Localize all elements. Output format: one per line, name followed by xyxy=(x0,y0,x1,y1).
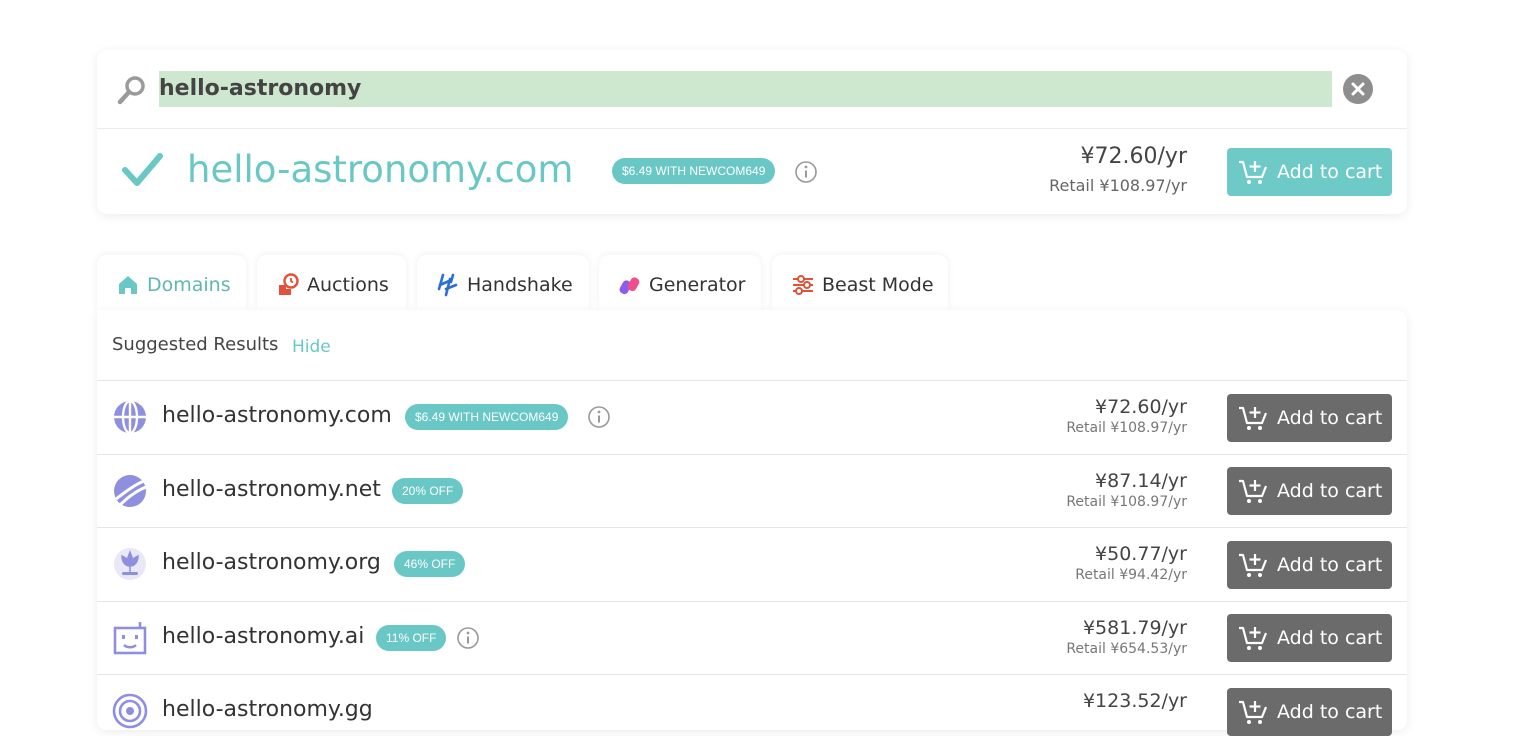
discount-badge: 20% OFF xyxy=(392,478,464,504)
search-icon xyxy=(117,76,145,105)
result-domain[interactable]: hello-astronomy.com xyxy=(162,403,392,428)
result-retail-price: Retail ¥654.53/yr xyxy=(1066,641,1187,657)
hero-domain: hello-astronomy.com xyxy=(187,148,574,191)
button-label: Add to cart xyxy=(1277,701,1383,723)
generator-icon xyxy=(619,276,640,294)
add-cart-icon xyxy=(1239,479,1268,503)
result-retail-price: Retail ¥108.97/yr xyxy=(1066,494,1187,510)
result-price: ¥581.79/yr xyxy=(1082,617,1187,639)
button-label: Add to cart xyxy=(1277,161,1383,183)
promo-badge: $6.49 WITH NEWCOM649 xyxy=(612,158,776,184)
hide-results-link[interactable]: Hide xyxy=(292,337,331,357)
tab-auctions[interactable]: Auctions xyxy=(257,255,406,310)
tab-label: Beast Mode xyxy=(822,273,934,296)
tab-label: Domains xyxy=(147,273,231,296)
result-price: ¥87.14/yr xyxy=(1095,470,1187,492)
row-divider xyxy=(97,601,1407,602)
result-retail-price: Retail ¥108.97/yr xyxy=(1066,420,1187,436)
result-retail-price: Retail ¥94.42/yr xyxy=(1075,567,1187,583)
tab-label: Generator xyxy=(649,273,746,296)
add-to-cart-button[interactable]: Add to cart xyxy=(1227,467,1392,515)
handshake-icon xyxy=(437,273,458,296)
add-to-cart-button[interactable]: Add to cart xyxy=(1227,541,1392,589)
row-divider xyxy=(97,454,1407,455)
info-icon[interactable] xyxy=(456,626,480,650)
promo-badge: $6.49 WITH NEWCOM649 xyxy=(405,404,569,430)
target-icon xyxy=(112,693,148,729)
auction-clock-icon xyxy=(279,272,299,295)
tab-label: Handshake xyxy=(467,273,573,296)
info-icon[interactable] xyxy=(794,160,818,184)
info-icon[interactable] xyxy=(587,405,611,429)
button-label: Add to cart xyxy=(1277,407,1383,429)
discount-badge: 46% OFF xyxy=(394,551,466,577)
result-domain[interactable]: hello-astronomy.gg xyxy=(162,697,373,722)
hero-price: ¥72.60/yr xyxy=(1080,144,1187,169)
tab-domains[interactable]: Domains xyxy=(97,255,246,310)
add-cart-icon xyxy=(1239,160,1268,184)
button-label: Add to cart xyxy=(1277,554,1383,576)
result-domain[interactable]: hello-astronomy.org xyxy=(162,550,381,575)
add-to-cart-button[interactable]: Add to cart xyxy=(1227,394,1392,442)
net-planet-icon xyxy=(114,475,147,507)
result-domain[interactable]: hello-astronomy.ai xyxy=(162,624,364,649)
result-price: ¥72.60/yr xyxy=(1095,396,1187,418)
tab-label: Auctions xyxy=(307,273,389,296)
hero-add-to-cart-button[interactable]: Add to cart xyxy=(1227,148,1392,196)
result-domain[interactable]: hello-astronomy.net xyxy=(162,477,381,502)
add-to-cart-button[interactable]: Add to cart xyxy=(1227,614,1392,662)
search-input[interactable] xyxy=(159,71,1332,107)
button-label: Add to cart xyxy=(1277,627,1383,649)
org-plant-icon xyxy=(114,548,146,580)
add-cart-icon xyxy=(1239,553,1268,577)
add-cart-icon xyxy=(1239,406,1268,430)
tab-beast-mode[interactable]: Beast Mode xyxy=(772,255,948,310)
close-icon xyxy=(1351,82,1365,96)
row-divider xyxy=(97,674,1407,675)
add-cart-icon xyxy=(1239,700,1268,724)
globe-icon xyxy=(114,399,146,435)
row-divider xyxy=(97,380,1407,381)
results-card xyxy=(97,310,1407,730)
results-header: Suggested Results xyxy=(112,334,279,355)
row-divider xyxy=(97,527,1407,528)
add-cart-icon xyxy=(1239,626,1268,650)
check-icon xyxy=(122,153,163,186)
tab-handshake[interactable]: Handshake xyxy=(417,255,589,310)
add-to-cart-button[interactable]: Add to cart xyxy=(1227,688,1392,736)
home-icon xyxy=(119,275,137,294)
discount-badge: 11% OFF xyxy=(376,625,447,651)
hero-retail-price: Retail ¥108.97/yr xyxy=(1049,176,1187,195)
result-price: ¥50.77/yr xyxy=(1095,543,1187,565)
sliders-icon xyxy=(793,274,813,295)
button-label: Add to cart xyxy=(1277,480,1383,502)
result-price: ¥123.52/yr xyxy=(1082,690,1187,712)
clear-search-button[interactable] xyxy=(1343,74,1373,104)
tab-generator[interactable]: Generator xyxy=(599,255,761,310)
robot-icon xyxy=(113,622,147,655)
